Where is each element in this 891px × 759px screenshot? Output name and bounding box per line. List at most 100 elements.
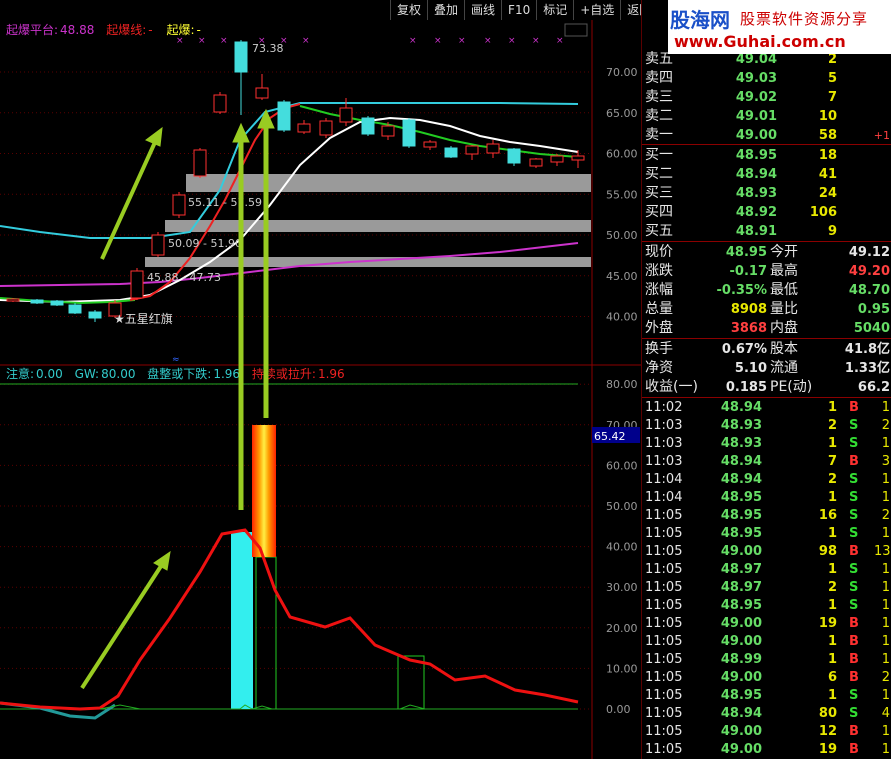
tick-volume: 1 (827, 490, 837, 505)
tick-row[interactable]: 11:05 48.99 1 B 1 (642, 651, 891, 669)
tick-row[interactable]: 11:05 48.97 1 S 1 (642, 561, 891, 579)
resistance-zone (145, 257, 591, 267)
quote-value: 0.95 (857, 302, 890, 317)
osc-tick-label: 20.00 (606, 622, 638, 635)
orderbook-buy-row[interactable]: 买五 48.91 9 (642, 222, 891, 241)
fundamental-label: 净资 (645, 360, 673, 376)
candle-body (423, 141, 437, 148)
tick-count: 1 (881, 436, 890, 451)
tick-price: 48.95 (720, 598, 762, 613)
tick-price: 48.99 (720, 652, 762, 667)
tick-row[interactable]: 11:05 49.00 1 B 1 (642, 633, 891, 651)
tick-price: 48.95 (720, 688, 762, 703)
tick-row[interactable]: 11:05 48.95 1 S 1 (642, 525, 891, 543)
svg-text:×: × (220, 36, 228, 46)
tick-time: 11:05 (645, 598, 683, 613)
quote-label: 内盘 (770, 320, 798, 336)
tick-row[interactable]: 11:05 48.95 1 S 1 (642, 597, 891, 615)
sell-price: 49.03 (735, 71, 777, 86)
tick-row[interactable]: 11:04 48.94 2 S 1 (642, 471, 891, 489)
sell-price: 49.00 (735, 128, 777, 143)
osc-tick-label: 10.00 (606, 662, 638, 675)
orderbook-sell-row[interactable]: 卖二 49.01 10 (642, 107, 891, 126)
tick-row[interactable]: 11:05 49.00 19 B 1 (642, 741, 891, 759)
tick-row[interactable]: 11:05 49.00 6 B 2 (642, 669, 891, 687)
indicator-bottom-legend: 注意: 0.00 GW: 80.00 盘整或下跌: 1.96 持续或拉升: 1.96 (6, 366, 345, 381)
kline-chart[interactable]: × × × × × × × × × × × × × 73.38 55.11 - 57.59 50.… (0, 0, 641, 759)
tick-row[interactable]: 11:05 48.95 1 S 1 (642, 687, 891, 705)
quote-label: 最低 (770, 282, 798, 298)
tick-row[interactable]: 11:05 48.95 16 S 2 (642, 507, 891, 525)
toolbar-draw-button[interactable]: 画线 (464, 0, 501, 20)
tick-row[interactable]: 11:02 48.94 1 B 1 (642, 399, 891, 417)
tick-price: 48.97 (720, 580, 762, 595)
tick-count: 4 (881, 706, 890, 721)
toolbar-mark-button[interactable]: 标记 (536, 0, 573, 20)
orderbook-sell-row[interactable]: 卖一 49.00 58 +1 (642, 126, 891, 145)
tick-time: 11:05 (645, 706, 683, 721)
osc-current-value: 65.42 (594, 430, 626, 443)
quote-value: 5040 (853, 321, 890, 336)
tick-side: B (849, 400, 859, 415)
toolbar-f10-button[interactable]: F10 (501, 0, 536, 20)
tick-count: 13 (874, 544, 890, 559)
tick-volume: 2 (827, 580, 837, 595)
toolbar-overlay-button[interactable]: 叠加 (427, 0, 464, 20)
quote-row: 外盘 3868 内盘 5040 (642, 319, 891, 338)
logo-url: www.Guhai.com.cn (674, 32, 846, 51)
fire-signal-bar (252, 425, 276, 557)
tick-row[interactable]: 11:04 48.95 1 S 1 (642, 489, 891, 507)
tick-row[interactable]: 11:05 49.00 12 B 1 (642, 723, 891, 741)
sell-volume: 7 (827, 90, 837, 105)
fundamental-label: 流通 (770, 360, 798, 376)
tick-count: 1 (881, 400, 890, 415)
buy-volume: 9 (827, 224, 837, 239)
orderbook-buy-row[interactable]: 买三 48.93 24 (642, 184, 891, 203)
sell-level-label: 卖四 (645, 70, 673, 86)
orderbook-buy-row[interactable]: 买一 48.95 18 (642, 146, 891, 165)
tick-price: 48.95 (720, 508, 762, 523)
tick-row[interactable]: 11:05 49.00 19 B 1 (642, 615, 891, 633)
price-tick-label: 40.00 (606, 311, 638, 324)
tick-count: 2 (881, 508, 890, 523)
tick-row[interactable]: 11:05 48.97 2 S 1 (642, 579, 891, 597)
marker-icon: ≈ (172, 355, 180, 365)
tick-volume: 2 (827, 472, 837, 487)
tick-volume: 1 (827, 400, 837, 415)
logo-subtitle: 股票软件资源分享 (740, 10, 869, 28)
tick-count: 1 (881, 580, 890, 595)
tick-row[interactable]: 11:03 48.94 7 B 3 (642, 453, 891, 471)
tick-price: 48.97 (720, 562, 762, 577)
candle-body (68, 304, 82, 314)
sell-level-label: 卖二 (645, 108, 673, 124)
tick-row[interactable]: 11:03 48.93 2 S 2 (642, 417, 891, 435)
orderbook-sell-row[interactable]: 卖四 49.03 5 (642, 69, 891, 88)
toolbar-fuquan-button[interactable]: 复权 (390, 0, 427, 20)
high-annotation: 73.38 (252, 42, 284, 55)
quote-row: 现价 48.95 今开 49.12 (642, 243, 891, 262)
fundamental-label: 换手 (645, 341, 673, 357)
price-grid (0, 71, 592, 317)
orderbook-sell-row[interactable]: 卖三 49.02 7 (642, 88, 891, 107)
tick-volume: 19 (818, 616, 837, 631)
candle-body (234, 41, 248, 73)
tick-volume: 1 (827, 598, 837, 613)
window-control-icon[interactable] (564, 23, 588, 37)
orderbook-buy-row[interactable]: 买二 48.94 41 (642, 165, 891, 184)
tick-row[interactable]: 11:05 49.00 98 B 13 (642, 543, 891, 561)
svg-text:×: × (302, 36, 310, 46)
toolbar-add-watch-button[interactable]: +自选 (573, 0, 620, 20)
tick-row[interactable]: 11:03 48.93 1 S 1 (642, 435, 891, 453)
quote-label: 现价 (645, 244, 673, 260)
quote-row: 涨跌 -0.17 最高 49.20 (642, 262, 891, 281)
tick-row[interactable]: 11:05 48.94 80 S 4 (642, 705, 891, 723)
candle-body (88, 311, 102, 319)
candle-body (571, 155, 585, 161)
fundamental-value: 0.67% (721, 342, 767, 357)
tick-price: 49.00 (720, 616, 762, 631)
orderbook-buy-row[interactable]: 买四 48.92 106 (642, 203, 891, 222)
fundamental-row: 收益(一) 0.185 PE(动) 66.2 (642, 378, 891, 397)
quote-value: 48.70 (848, 283, 890, 298)
range-annotation-1: 55.11 - 57.59 (188, 196, 262, 209)
candle-body (402, 119, 416, 147)
